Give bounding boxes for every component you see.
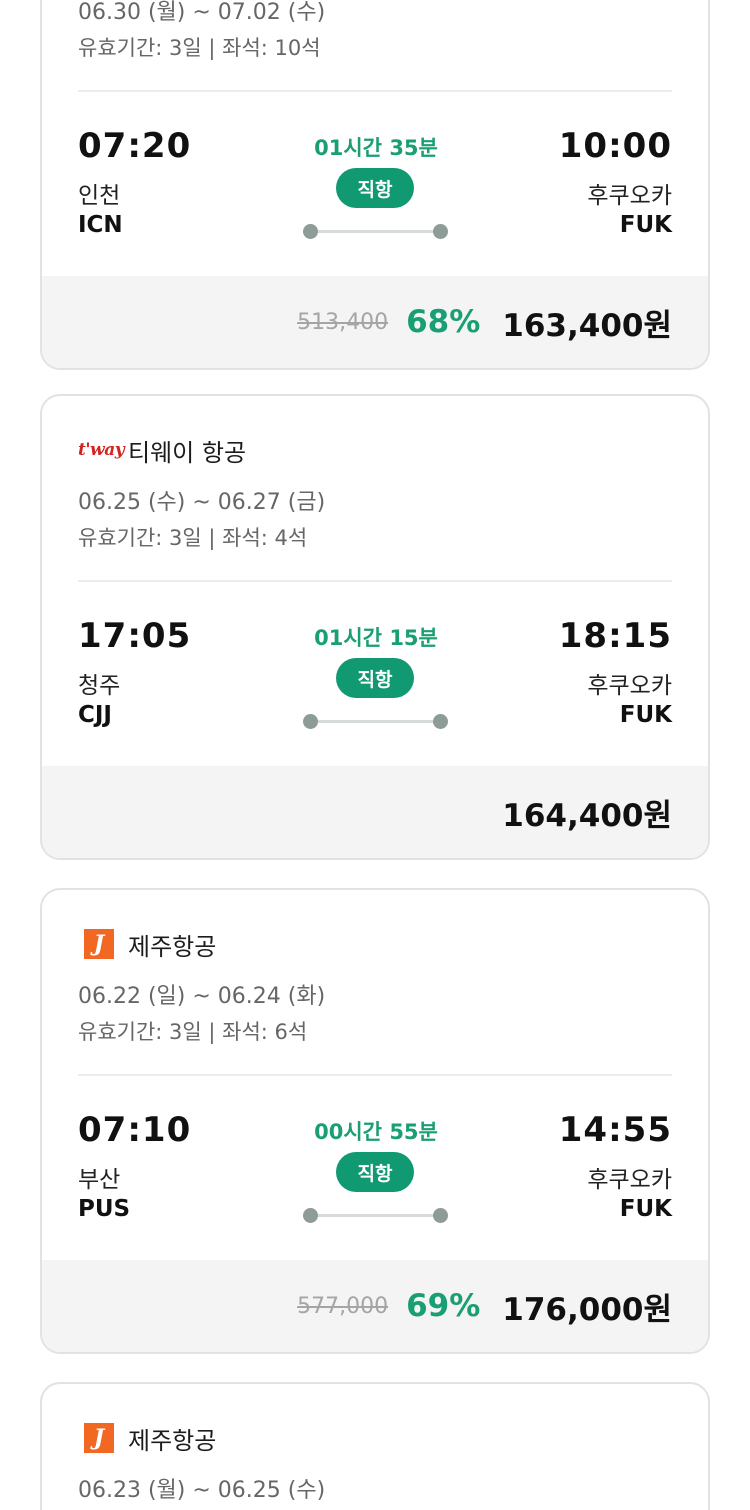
direct-badge: 직항 [336,658,414,698]
final-price: 163,400원 [502,307,672,344]
route-dot-end [433,714,448,729]
arrival-code: FUK [619,1196,672,1222]
price-bar: 513,400 68% 163,400원 [42,276,708,368]
arrival-city: 후쿠오카 [587,183,672,209]
flight-card[interactable]: J 제주항공 06.22 (일) ~ 06.24 (화) 유효기간: 3일 | … [40,888,710,1354]
final-price: 176,000원 [502,1291,672,1328]
airline-name: 티웨이 항공 [128,438,247,467]
discount-rate: 69% [406,1288,481,1324]
departure-code: CJJ [78,702,112,728]
airline-header: J 제주항공 [78,1420,216,1456]
flight-card[interactable]: J 제주항공 06.23 (월) ~ 06.25 (수) [40,1382,710,1510]
original-price: 577,000 [297,1293,389,1319]
validity-seats: 유효기간: 3일 | 좌석: 4석 [78,526,308,550]
route-line [310,720,442,723]
arrival-city: 후쿠오카 [587,1167,672,1193]
divider [78,1074,672,1076]
departure-code: ICN [78,212,123,238]
validity-seats: 유효기간: 3일 | 좌석: 10석 [78,36,321,60]
arrival-time: 10:00 [558,126,672,166]
airline-header: t'way 티웨이 항공 [78,432,246,468]
route-dot-start [303,714,318,729]
original-price: 513,400 [297,309,389,335]
travel-dates: 06.22 (일) ~ 06.24 (화) [78,984,326,1009]
route-line [310,230,442,233]
arrival-code: FUK [619,212,672,238]
divider [78,90,672,92]
arrival-time: 18:15 [558,616,672,656]
jeju-air-logo-icon: J [84,929,114,959]
direct-badge: 직항 [336,168,414,208]
price-bar: 577,000 69% 176,000원 [42,1260,708,1352]
flight-card[interactable]: t'way 티웨이 항공 06.25 (수) ~ 06.27 (금) 유효기간:… [40,394,710,860]
arrival-code: FUK [619,702,672,728]
flight-card[interactable]: 06.30 (월) ~ 07.02 (수) 유효기간: 3일 | 좌석: 10석… [40,0,710,370]
final-price: 164,400원 [502,797,672,834]
departure-city: 부산 [78,1167,121,1193]
divider [78,580,672,582]
travel-dates: 06.30 (월) ~ 07.02 (수) [78,0,326,25]
arrival-city: 후쿠오카 [587,673,672,699]
tway-logo-icon: t'way [78,440,125,460]
jeju-air-logo-icon: J [84,1423,114,1453]
discount-rate: 68% [406,304,481,340]
departure-city: 청주 [78,673,121,699]
airline-header: J 제주항공 [78,926,216,962]
route-line [310,1214,442,1217]
airline-name: 제주항공 [128,1426,217,1455]
price-bar: 164,400원 [42,766,708,858]
departure-code: PUS [78,1196,131,1222]
travel-dates: 06.23 (월) ~ 06.25 (수) [78,1478,326,1503]
route-dot-end [433,224,448,239]
direct-badge: 직항 [336,1152,414,1192]
travel-dates: 06.25 (수) ~ 06.27 (금) [78,490,326,515]
route-dot-start [303,1208,318,1223]
route-dot-end [433,1208,448,1223]
airline-name: 제주항공 [128,932,217,961]
route-dot-start [303,224,318,239]
validity-seats: 유효기간: 3일 | 좌석: 6석 [78,1020,308,1044]
departure-city: 인천 [78,183,121,209]
arrival-time: 14:55 [558,1110,672,1150]
